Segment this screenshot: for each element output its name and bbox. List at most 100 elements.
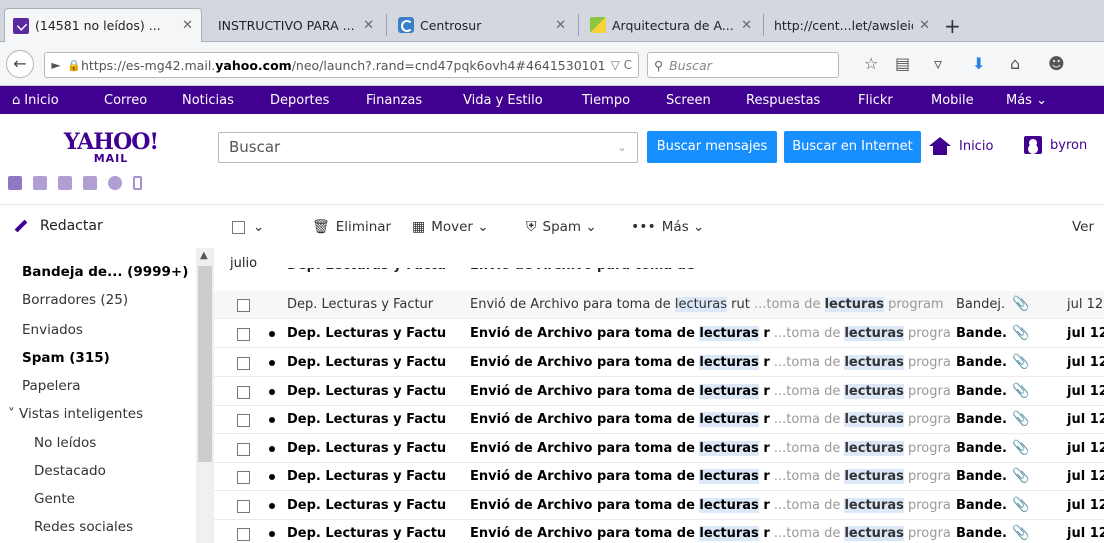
unread-dot-icon[interactable] [269,531,275,537]
home-icon[interactable]: ⌂ [1010,54,1020,73]
folder-spam[interactable]: Spam (315) [22,350,110,366]
message-row[interactable]: Dep. Lecturas y Factu Envió de Archivo pa… [214,463,1104,491]
message-subject: Envió de Archivo para toma de lecturas r… [470,326,950,341]
select-all-checkbox[interactable] [232,220,245,234]
folder-inbox[interactable]: Bandeja de... (9999+) [22,264,188,280]
close-icon[interactable]: ✕ [363,18,374,33]
move-button[interactable]: ▦ Mover ⌄ [412,219,489,235]
compose-button[interactable]: Redactar [14,218,103,234]
row-checkbox[interactable] [237,414,250,427]
nav-flickr[interactable]: Flickr [858,93,893,108]
folder-drafts[interactable]: Borradores (25) [22,292,128,308]
nav-inicio[interactable]: Inicio [12,93,58,108]
browser-search-input[interactable]: ⚲ Buscar [647,52,839,78]
pocket-icon[interactable]: ▿ [934,54,942,73]
search-messages-button[interactable]: Buscar mensajes [647,131,777,163]
nav-vida-y-estilo[interactable]: Vida y Estilo [463,93,543,108]
folder-trash[interactable]: Papelera [22,378,81,394]
url-bar[interactable]: ► 🔒 https://es-mg42.mail.yahoo.com/neo/l… [44,52,639,78]
unread-dot-icon[interactable] [269,446,275,452]
nav-respuestas[interactable]: Respuestas [746,93,820,108]
lock-icon: 🔒 [67,58,81,72]
nav-noticias[interactable]: Noticias [182,93,234,108]
paperclip-icon: 📎 [1012,383,1030,399]
tab-instructivo[interactable]: INSTRUCTIVO PARA ... ✕ [210,8,382,42]
tab-centrosur-servlet[interactable]: http://cent...let/awsleid ✕ [766,8,938,42]
chevron-down-icon[interactable]: ⌄ [617,133,627,162]
nav-mobile[interactable]: Mobile [931,93,974,108]
close-icon[interactable]: ✕ [182,18,193,33]
message-row[interactable]: Dep. Lecturas y Factu Envió de Archivo pa… [214,492,1104,520]
row-checkbox[interactable] [237,328,250,341]
reload-icon[interactable]: ▽ C [605,58,638,72]
home-link[interactable]: Inicio [929,137,993,155]
message-row[interactable]: Dep. Lecturas y Factu Envió de Archivo pa… [214,435,1104,463]
more-button[interactable]: ••• Más ⌄ [631,219,704,235]
row-checkbox[interactable] [237,299,250,312]
row-checkbox[interactable] [237,386,250,399]
message-row[interactable]: Dep. Lecturas y Factu Envió de Archivo pa… [214,406,1104,434]
folder-sent[interactable]: Enviados [22,322,83,338]
row-checkbox[interactable] [237,500,250,513]
unread-dot-icon[interactable] [269,417,275,423]
delete-button[interactable]: 🗑 Eliminar [312,219,391,235]
tab-arquitectura[interactable]: Arquitectura de A... ✕ [582,8,760,42]
notepad-icon[interactable] [83,176,97,190]
message-row[interactable]: Dep. Lecturas y Factur Envió de Archivo p… [214,291,1104,319]
close-icon[interactable]: ✕ [741,18,752,33]
close-icon[interactable]: ✕ [555,18,566,33]
yahoo-mail-logo[interactable]: YAHOO! MAIL [56,131,166,165]
messenger-icon[interactable] [108,176,122,190]
new-tab-button[interactable]: + [944,14,961,38]
spam-button[interactable]: ⛨ Spam ⌄ [526,219,597,235]
nav-screen[interactable]: Screen [666,93,711,108]
nav-mas[interactable]: Más ⌄ [1006,93,1047,108]
unread-dot-icon[interactable] [269,360,275,366]
mail-icon[interactable] [8,176,22,190]
row-checkbox[interactable] [237,357,250,370]
smart-views-toggle[interactable]: ˅ Vistas inteligentes [8,406,143,422]
back-button[interactable]: ← [6,50,34,78]
close-icon[interactable]: ✕ [919,18,930,33]
nav-finanzas[interactable]: Finanzas [366,93,422,108]
unread-dot-icon[interactable] [269,331,275,337]
search-web-button[interactable]: Buscar en Internet [784,131,921,163]
view-button[interactable]: Ver [1072,219,1094,235]
partially-hidden-row[interactable]: Dep. Lecturas y Factu Envió de Archivo p… [214,268,1104,278]
sidebar-scrollbar[interactable]: ▲ [196,248,214,543]
chat-icon[interactable]: ☻ [1048,54,1065,73]
mobile-icon[interactable] [133,176,142,190]
mail-search-input[interactable]: Buscar ⌄ [218,132,638,163]
unread-dot-icon[interactable] [269,389,275,395]
shield-icon: ⛨ [526,219,537,235]
tab-label: http://cent...let/awsleid [774,17,914,33]
smart-view-social[interactable]: Redes sociales [34,519,133,535]
message-row[interactable]: Dep. Lecturas y Factu Envió de Archivo pa… [214,320,1104,348]
chevron-up-icon[interactable]: ▲ [200,250,208,261]
select-all-dropdown[interactable]: ⌄ [232,219,264,235]
calendar-icon[interactable] [58,176,72,190]
row-checkbox[interactable] [237,443,250,456]
message-row[interactable]: Dep. Lecturas y Factu Envió de Archivo pa… [214,520,1104,543]
nav-tiempo[interactable]: Tiempo [582,93,630,108]
tab-yahoo-mail[interactable]: (14581 no leídos) ... ✕ [4,8,202,42]
nav-correo[interactable]: Correo [104,93,147,108]
bookmark-star-icon[interactable]: ☆ [864,54,878,73]
smart-view-starred[interactable]: Destacado [34,463,106,479]
tab-centrosur[interactable]: Centrosur ✕ [390,8,574,42]
reading-list-icon[interactable]: ▤ [895,54,910,73]
row-checkbox[interactable] [237,471,250,484]
row-checkbox[interactable] [237,528,250,541]
nav-deportes[interactable]: Deportes [270,93,329,108]
smart-view-unread[interactable]: No leídos [34,435,96,451]
scrollbar-thumb[interactable] [198,266,212,462]
smart-view-people[interactable]: Gente [34,491,75,507]
download-icon[interactable]: ⬇ [972,54,985,73]
user-profile-link[interactable]: byron [1024,136,1087,154]
site-identity-icon[interactable]: ► [45,58,67,72]
unread-dot-icon[interactable] [269,503,275,509]
message-row[interactable]: Dep. Lecturas y Factu Envió de Archivo pa… [214,349,1104,377]
unread-dot-icon[interactable] [269,474,275,480]
message-row[interactable]: Dep. Lecturas y Factu Envió de Archivo pa… [214,378,1104,406]
contacts-icon[interactable] [33,176,47,190]
